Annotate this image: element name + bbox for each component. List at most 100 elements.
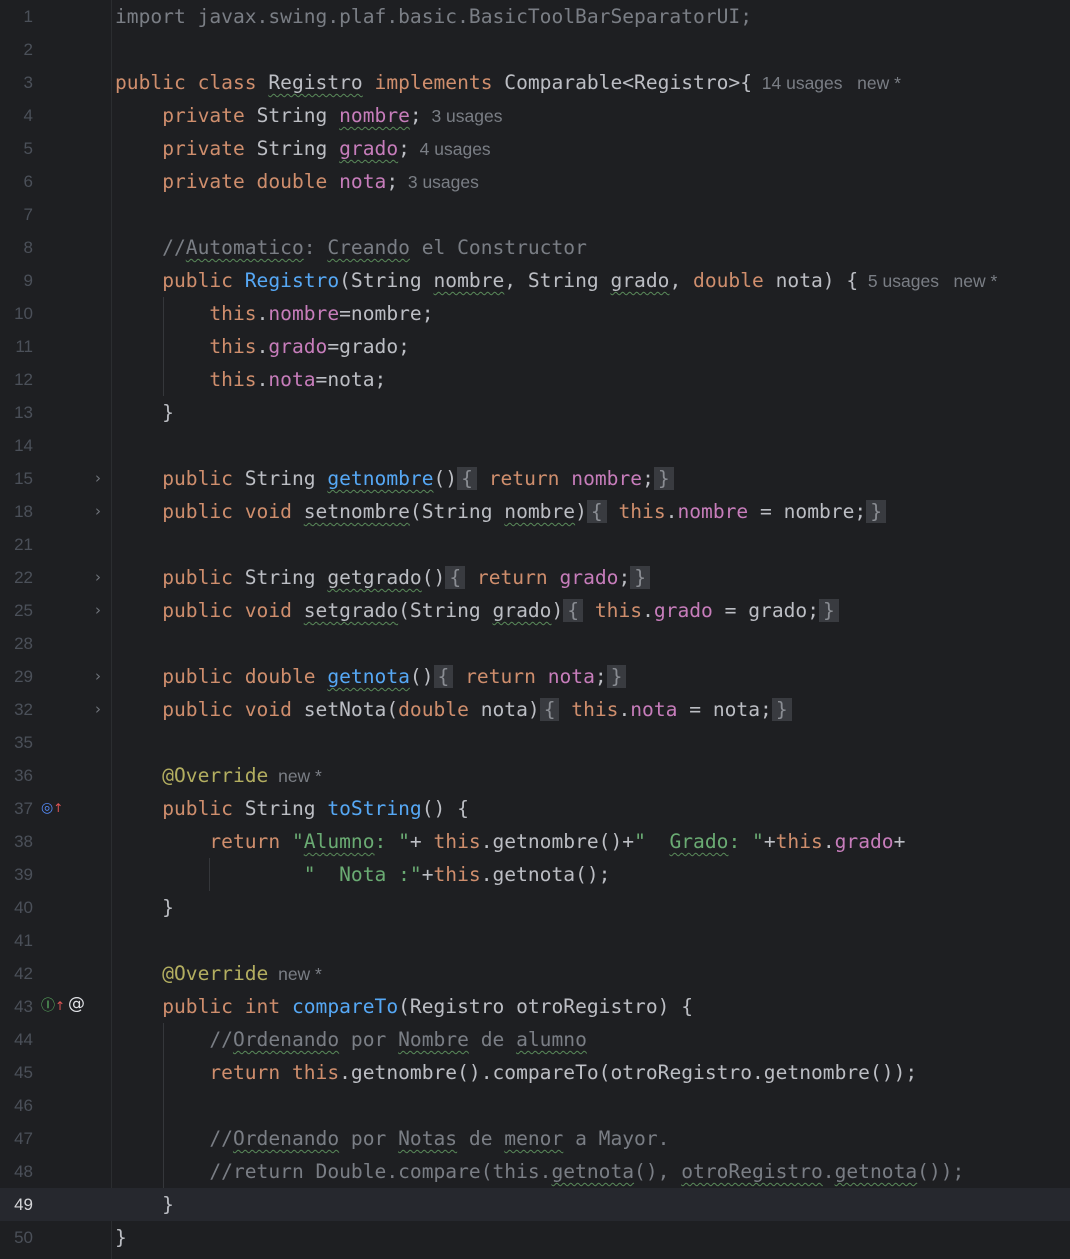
code-text[interactable]: private String grado; 4 usages: [115, 132, 491, 166]
line-number[interactable]: 11: [0, 330, 33, 363]
line-number[interactable]: 44: [0, 1023, 33, 1056]
code-text[interactable]: private double nota; 3 usages: [115, 165, 479, 199]
line-number[interactable]: 35: [0, 726, 33, 759]
code-editor[interactable]: 1 import javax.swing.plaf.basic.BasicTool…: [0, 0, 1070, 1259]
code-text[interactable]: return "Alumno: "+ this.getnombre()+" Gr…: [115, 825, 905, 858]
code-text[interactable]: }: [115, 1188, 174, 1221]
line-number[interactable]: 12: [0, 363, 33, 396]
code-text[interactable]: public String getgrado(){ return grado;}: [115, 561, 651, 594]
code-text[interactable]: public double getnota(){ return nota;}: [115, 660, 627, 693]
code-text[interactable]: public String getnombre(){ return nombre…: [115, 462, 674, 495]
line-number[interactable]: 5: [0, 132, 33, 165]
code-line[interactable]: 11 this.grado=grado;: [0, 330, 1070, 363]
code-line[interactable]: 6 private double nota; 3 usages: [0, 165, 1070, 198]
fold-expand-icon[interactable]: ›: [95, 561, 101, 594]
line-number[interactable]: 40: [0, 891, 33, 924]
code-line[interactable]: 38 return "Alumno: "+ this.getnombre()+"…: [0, 825, 1070, 858]
code-line[interactable]: 44 //Ordenando por Nombre de alumno: [0, 1023, 1070, 1056]
code-text[interactable]: public Registro(String nombre, String gr…: [115, 264, 997, 298]
line-number[interactable]: 38: [0, 825, 33, 858]
code-line[interactable]: 36 @Override new *: [0, 759, 1070, 792]
code-text[interactable]: //Ordenando por Notas de menor a Mayor.: [115, 1122, 669, 1155]
line-number[interactable]: 29: [0, 660, 33, 693]
code-line[interactable]: 32 › public void setNota(double nota){ th…: [0, 693, 1070, 726]
line-number[interactable]: 39: [0, 858, 33, 891]
inlay-hint[interactable]: 4 usages: [410, 139, 491, 159]
code-line[interactable]: 39 " Nota :"+this.getnota();: [0, 858, 1070, 891]
line-number[interactable]: 4: [0, 99, 33, 132]
code-line[interactable]: 3 public class Registro implements Compar…: [0, 66, 1070, 99]
code-text[interactable]: //Automatico: Creando el Constructor: [115, 231, 587, 264]
code-text[interactable]: @Override new *: [115, 957, 322, 991]
inlay-hint[interactable]: 5 usages new *: [858, 271, 997, 291]
code-line[interactable]: 47 //Ordenando por Notas de menor a Mayo…: [0, 1122, 1070, 1155]
overrides-method-icon[interactable]: ◎↑: [41, 800, 63, 816]
code-line[interactable]: 41: [0, 924, 1070, 957]
line-number[interactable]: 8: [0, 231, 33, 264]
code-text[interactable]: //return Double.compare(this.getnota(), …: [115, 1155, 964, 1188]
line-number[interactable]: 42: [0, 957, 33, 990]
code-line[interactable]: 15 › public String getnombre(){ return no…: [0, 462, 1070, 495]
code-text[interactable]: import javax.swing.plaf.basic.BasicToolB…: [115, 0, 752, 33]
fold-expand-icon[interactable]: ›: [95, 693, 101, 726]
code-text[interactable]: }: [115, 891, 174, 924]
line-number[interactable]: 32: [0, 693, 33, 726]
line-number[interactable]: 1: [0, 0, 33, 33]
code-line[interactable]: 37 ◎↑ public String toString() {: [0, 792, 1070, 825]
inlay-hint[interactable]: 14 usages new *: [752, 73, 901, 93]
code-line[interactable]: 8 //Automatico: Creando el Constructor: [0, 231, 1070, 264]
line-number[interactable]: 28: [0, 627, 33, 660]
line-number[interactable]: 9: [0, 264, 33, 297]
code-line[interactable]: 49 }: [0, 1188, 1070, 1221]
code-text[interactable]: this.grado=grado;: [115, 330, 410, 363]
code-line[interactable]: 22 › public String getgrado(){ return gra…: [0, 561, 1070, 594]
code-line[interactable]: 12 this.nota=nota;: [0, 363, 1070, 396]
code-text[interactable]: }: [115, 1221, 127, 1254]
code-line[interactable]: 21: [0, 528, 1070, 561]
line-number[interactable]: 7: [0, 198, 33, 231]
line-number[interactable]: 3: [0, 66, 33, 99]
line-number[interactable]: 25: [0, 594, 33, 627]
line-number[interactable]: 46: [0, 1089, 33, 1122]
line-number[interactable]: 18: [0, 495, 33, 528]
code-text[interactable]: public String toString() {: [115, 792, 469, 825]
code-text[interactable]: return this.getnombre().compareTo(otroRe…: [115, 1056, 917, 1089]
code-line[interactable]: 43 Ⓘ↑ @ public int compareTo(Registro otro…: [0, 990, 1070, 1023]
code-line[interactable]: 45 return this.getnombre().compareTo(otr…: [0, 1056, 1070, 1089]
line-number[interactable]: 47: [0, 1122, 33, 1155]
fold-expand-icon[interactable]: ›: [95, 462, 101, 495]
code-line[interactable]: 10 this.nombre=nombre;: [0, 297, 1070, 330]
code-text[interactable]: public class Registro implements Compara…: [115, 66, 901, 100]
code-line[interactable]: 4 private String nombre; 3 usages: [0, 99, 1070, 132]
line-number[interactable]: 41: [0, 924, 33, 957]
line-number[interactable]: 14: [0, 429, 33, 462]
line-number[interactable]: 50: [0, 1221, 33, 1254]
implements-method-icon[interactable]: Ⓘ↑: [41, 998, 65, 1014]
code-line[interactable]: 50}: [0, 1221, 1070, 1254]
code-line[interactable]: 7: [0, 198, 1070, 231]
code-text[interactable]: }: [115, 396, 174, 429]
inlay-hint[interactable]: new *: [268, 964, 322, 984]
code-line[interactable]: 1 import javax.swing.plaf.basic.BasicTool…: [0, 0, 1070, 33]
code-line[interactable]: 2: [0, 33, 1070, 66]
inlay-hint[interactable]: 3 usages: [422, 106, 502, 126]
line-number[interactable]: 48: [0, 1155, 33, 1188]
line-number[interactable]: 43: [0, 990, 33, 1023]
code-line[interactable]: 28: [0, 627, 1070, 660]
code-text[interactable]: public int compareTo(Registro otroRegist…: [115, 990, 693, 1023]
inlay-hint[interactable]: new *: [268, 766, 322, 786]
code-text[interactable]: //Ordenando por Nombre de alumno: [115, 1023, 587, 1056]
code-line[interactable]: 42 @Override new *: [0, 957, 1070, 990]
line-number[interactable]: 22: [0, 561, 33, 594]
code-line[interactable]: 40 }: [0, 891, 1070, 924]
code-line[interactable]: 48 //return Double.compare(this.getnota(…: [0, 1155, 1070, 1188]
code-line[interactable]: 5 private String grado; 4 usages: [0, 132, 1070, 165]
code-line[interactable]: 18 › public void setnombre(String nombre)…: [0, 495, 1070, 528]
line-number[interactable]: 21: [0, 528, 33, 561]
code-line[interactable]: 9 public Registro(String nombre, String …: [0, 264, 1070, 297]
code-text[interactable]: this.nota=nota;: [115, 363, 386, 396]
code-line[interactable]: 13 }: [0, 396, 1070, 429]
code-text[interactable]: public void setnombre(String nombre){ th…: [115, 495, 886, 528]
code-line[interactable]: 14: [0, 429, 1070, 462]
line-number[interactable]: 15: [0, 462, 33, 495]
